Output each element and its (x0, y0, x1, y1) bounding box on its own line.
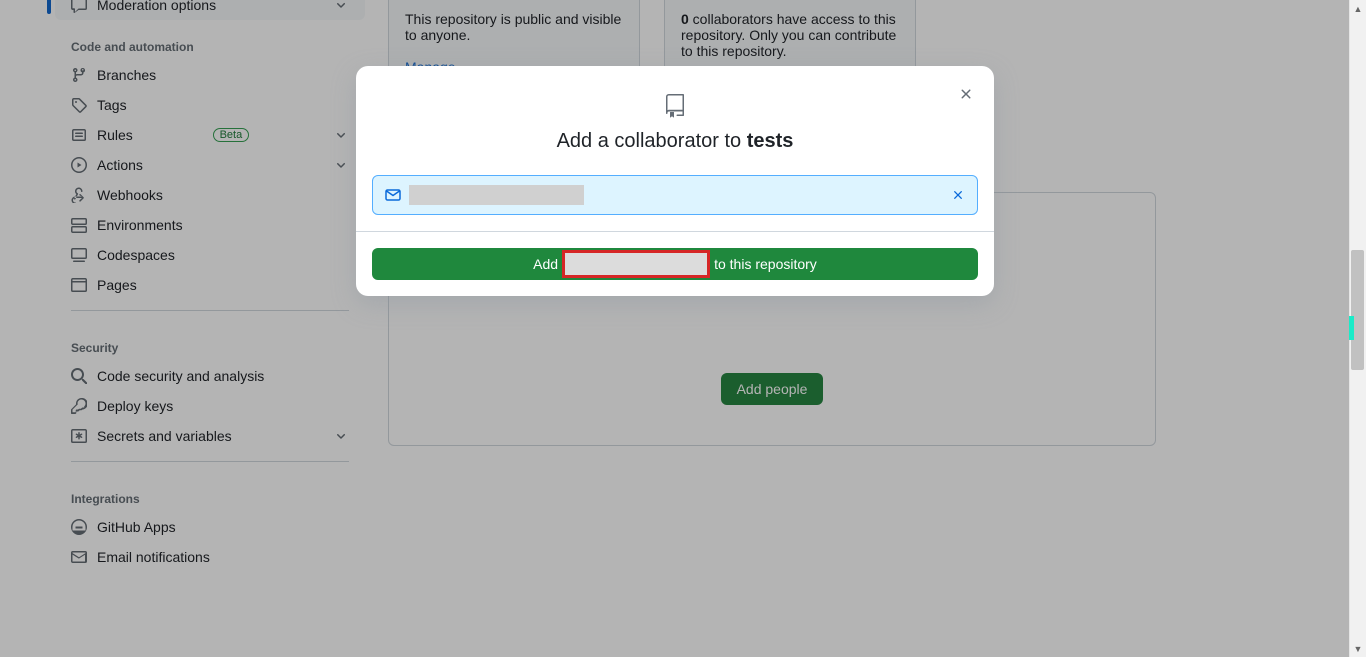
collaborator-search-input[interactable] (372, 175, 978, 215)
modal-title: Add a collaborator to tests (380, 130, 970, 153)
label: Pages (97, 277, 137, 293)
sidebar-item-moderation[interactable]: Moderation options (55, 0, 365, 20)
label: GitHub Apps (97, 519, 176, 535)
sidebar-item-pages[interactable]: Pages (55, 270, 365, 300)
label: Webhooks (97, 187, 163, 203)
collab-text: collaborators have access to this reposi… (681, 11, 896, 59)
sidebar-item-environments[interactable]: Environments (55, 210, 365, 240)
section-header-security: Security (55, 321, 365, 361)
key-icon (71, 398, 87, 414)
divider (71, 310, 349, 311)
chevron-down-icon (333, 428, 349, 444)
section-header-integrations: Integrations (55, 472, 365, 512)
webhook-icon (71, 187, 87, 203)
close-button[interactable] (954, 82, 978, 106)
add-to-repository-button[interactable]: Add to this repository (372, 248, 978, 280)
play-icon (71, 157, 87, 173)
beta-badge: Beta (213, 128, 250, 142)
input-value-redacted (409, 185, 584, 205)
sidebar-item-tags[interactable]: Tags (55, 90, 365, 120)
sidebar-item-codespaces[interactable]: Codespaces (55, 240, 365, 270)
username-redacted (562, 250, 710, 278)
visibility-text: This repository is public and visible to… (405, 11, 623, 43)
sidebar-item-email-notifications[interactable]: Email notifications (55, 542, 365, 572)
add-people-button[interactable]: Add people (721, 373, 824, 405)
divider (71, 461, 349, 462)
collab-count: 0 (681, 11, 689, 27)
chevron-down-icon (333, 127, 349, 143)
scrollbar-thumb[interactable] (1351, 250, 1364, 370)
branch-icon (71, 67, 87, 83)
sidebar-item-code-security[interactable]: Code security and analysis (55, 361, 365, 391)
hubot-icon (71, 519, 87, 535)
label: Deploy keys (97, 398, 173, 414)
scroll-marker (1349, 316, 1354, 340)
clear-icon[interactable] (951, 188, 965, 202)
sidebar-item-actions[interactable]: Actions (55, 150, 365, 180)
label: Email notifications (97, 549, 210, 565)
sidebar-item-deploy-keys[interactable]: Deploy keys (55, 391, 365, 421)
comment-icon (71, 0, 87, 13)
browser-icon (71, 277, 87, 293)
sidebar-item-webhooks[interactable]: Webhooks (55, 180, 365, 210)
label: Codespaces (97, 247, 175, 263)
repo-icon (663, 94, 687, 118)
sidebar-item-github-apps[interactable]: GitHub Apps (55, 512, 365, 542)
tag-icon (71, 97, 87, 113)
label: Rules (97, 127, 133, 143)
chevron-down-icon (333, 0, 349, 13)
label: Code security and analysis (97, 368, 264, 384)
scroll-up-button[interactable]: ▲ (1350, 0, 1366, 17)
mail-icon (385, 187, 401, 203)
label: Moderation options (97, 0, 216, 13)
scroll-down-button[interactable]: ▼ (1350, 640, 1366, 657)
label: Actions (97, 157, 143, 173)
sidebar-item-rules[interactable]: Rules Beta (55, 120, 365, 150)
sidebar-item-secrets[interactable]: Secrets and variables (55, 421, 365, 451)
server-icon (71, 217, 87, 233)
asterisk-icon (71, 428, 87, 444)
add-collaborator-modal: Add a collaborator to tests Add to this … (356, 66, 994, 296)
rules-icon (71, 127, 87, 143)
label: Secrets and variables (97, 428, 232, 444)
chevron-down-icon (333, 157, 349, 173)
label: Branches (97, 67, 156, 83)
sidebar-item-branches[interactable]: Branches (55, 60, 365, 90)
codescan-icon (71, 368, 87, 384)
mail-icon (71, 549, 87, 565)
settings-sidebar: Moderation options Code and automation B… (55, 0, 365, 572)
label: Tags (97, 97, 127, 113)
codespaces-icon (71, 247, 87, 263)
section-header-code-automation: Code and automation (55, 20, 365, 60)
label: Environments (97, 217, 183, 233)
